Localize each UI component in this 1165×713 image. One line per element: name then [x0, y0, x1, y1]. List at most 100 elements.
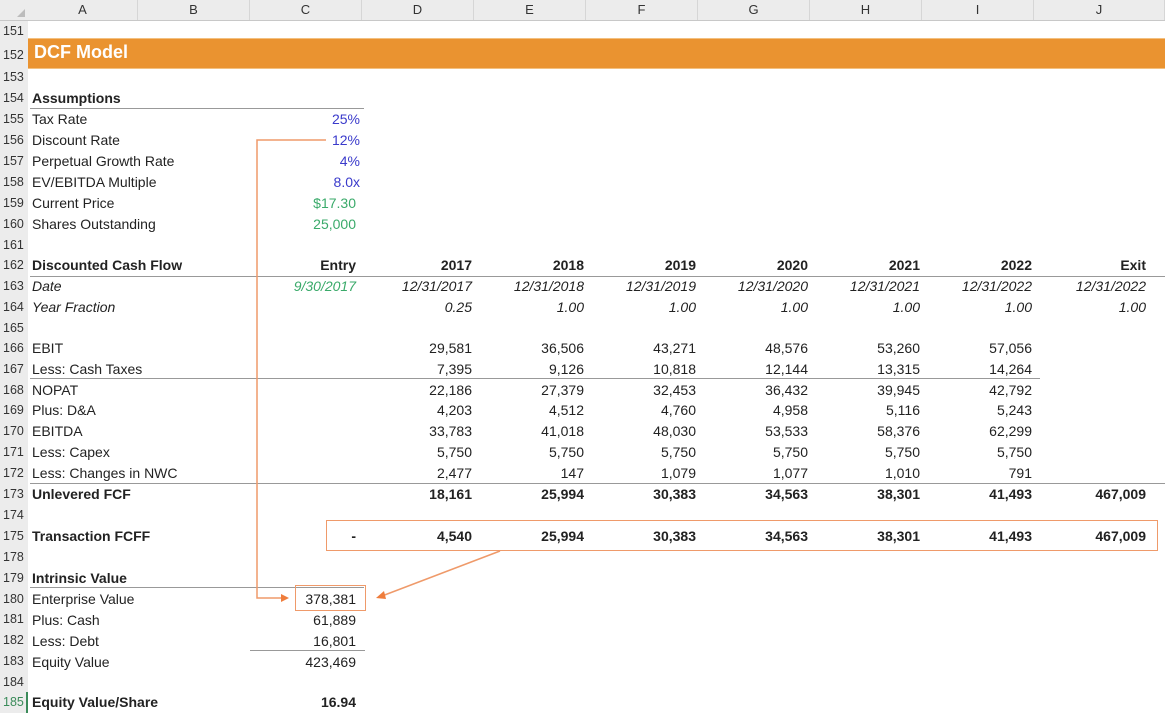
dcf-date[interactable]: 12/31/2019 — [586, 276, 696, 297]
row-header-170[interactable]: 170 — [0, 421, 28, 442]
dcf-date[interactable]: 12/31/2017 — [362, 276, 472, 297]
dcf-line-value[interactable]: 9,126 — [474, 359, 584, 380]
row-header-154[interactable]: 154 — [0, 88, 28, 109]
dcf-year-fraction[interactable]: 1.00 — [586, 297, 696, 318]
dcf-line-value[interactable]: 53,260 — [810, 338, 920, 359]
column-header-e[interactable]: E — [474, 0, 586, 20]
dcf-line-value[interactable]: 5,116 — [810, 400, 920, 421]
intrinsic-value[interactable]: 423,469 — [250, 652, 356, 673]
dcf-date[interactable]: 12/31/2018 — [474, 276, 584, 297]
row-header-175[interactable]: 175 — [0, 526, 28, 547]
unlevered-fcf-value[interactable]: 34,563 — [698, 484, 808, 505]
column-header-c[interactable]: C — [250, 0, 362, 20]
row-header-165[interactable]: 165 — [0, 318, 28, 339]
column-header-d[interactable]: D — [362, 0, 474, 20]
dcf-line-value[interactable]: 33,783 — [362, 421, 472, 442]
dcf-column-header[interactable]: 2022 — [922, 255, 1032, 276]
row-header-172[interactable]: 172 — [0, 463, 28, 484]
row-header-183[interactable]: 183 — [0, 651, 28, 672]
dcf-line-value[interactable]: 4,203 — [362, 400, 472, 421]
row-header-163[interactable]: 163 — [0, 276, 28, 297]
dcf-line-value[interactable]: 43,271 — [586, 338, 696, 359]
unlevered-fcf-value[interactable]: 18,161 — [362, 484, 472, 505]
dcf-date[interactable]: 9/30/2017 — [250, 276, 356, 297]
dcf-line-value[interactable]: 48,030 — [586, 421, 696, 442]
equity-per-share-value[interactable]: 16.94 — [250, 692, 356, 713]
row-header-178[interactable]: 178 — [0, 547, 28, 568]
dcf-column-header[interactable]: Exit — [1034, 255, 1146, 276]
column-header-h[interactable]: H — [810, 0, 922, 20]
dcf-line-value[interactable]: 12,144 — [698, 359, 808, 380]
dcf-line-value[interactable] — [250, 380, 356, 401]
dcf-line-value[interactable]: 53,533 — [698, 421, 808, 442]
dcf-column-header[interactable]: 2021 — [810, 255, 920, 276]
dcf-line-value[interactable]: 5,750 — [586, 442, 696, 463]
assumption-value[interactable]: $17.30 — [250, 193, 356, 214]
dcf-line-value[interactable]: 22,186 — [362, 380, 472, 401]
dcf-line-value[interactable]: 791 — [922, 463, 1032, 484]
dcf-column-header[interactable]: 2020 — [698, 255, 808, 276]
row-header-158[interactable]: 158 — [0, 172, 28, 193]
row-header-160[interactable]: 160 — [0, 214, 28, 235]
row-header-171[interactable]: 171 — [0, 442, 28, 463]
dcf-line-value[interactable]: 5,243 — [922, 400, 1032, 421]
dcf-line-value[interactable] — [250, 400, 356, 421]
row-header-180[interactable]: 180 — [0, 589, 28, 610]
unlevered-fcf-value[interactable]: 38,301 — [810, 484, 920, 505]
dcf-line-value[interactable]: 41,018 — [474, 421, 584, 442]
dcf-line-value[interactable]: 27,379 — [474, 380, 584, 401]
dcf-line-value[interactable]: 14,264 — [922, 359, 1032, 380]
dcf-line-value[interactable] — [1034, 421, 1146, 442]
dcf-year-fraction[interactable] — [250, 297, 356, 318]
column-header-b[interactable]: B — [138, 0, 250, 20]
row-header-174[interactable]: 174 — [0, 505, 28, 526]
dcf-line-value[interactable]: 57,056 — [922, 338, 1032, 359]
row-header-152[interactable]: 152 — [0, 43, 28, 67]
dcf-column-header[interactable]: 2018 — [474, 255, 584, 276]
dcf-line-value[interactable] — [250, 338, 356, 359]
dcf-line-value[interactable]: 39,945 — [810, 380, 920, 401]
unlevered-fcf-value[interactable]: 25,994 — [474, 484, 584, 505]
assumption-value[interactable]: 8.0x — [250, 172, 360, 193]
assumption-value[interactable]: 4% — [250, 151, 360, 172]
select-all-corner[interactable] — [0, 0, 28, 20]
dcf-line-value[interactable]: 4,958 — [698, 400, 808, 421]
dcf-line-value[interactable]: 10,818 — [586, 359, 696, 380]
row-header-162[interactable]: 162 — [0, 255, 28, 276]
column-header-i[interactable]: I — [922, 0, 1034, 20]
row-header-184[interactable]: 184 — [0, 672, 28, 693]
unlevered-fcf-value[interactable]: 467,009 — [1034, 484, 1146, 505]
dcf-line-value[interactable]: 48,576 — [698, 338, 808, 359]
assumption-value[interactable]: 12% — [250, 130, 360, 151]
column-header-f[interactable]: F — [586, 0, 698, 20]
dcf-year-fraction[interactable]: 1.00 — [474, 297, 584, 318]
dcf-year-fraction[interactable]: 1.00 — [810, 297, 920, 318]
row-header-164[interactable]: 164 — [0, 297, 28, 318]
row-header-185[interactable]: 185 — [0, 692, 28, 713]
dcf-line-value[interactable] — [250, 463, 356, 484]
dcf-date[interactable]: 12/31/2020 — [698, 276, 808, 297]
dcf-date[interactable]: 12/31/2022 — [922, 276, 1032, 297]
dcf-year-fraction[interactable]: 1.00 — [922, 297, 1032, 318]
dcf-year-fraction[interactable]: 1.00 — [1034, 297, 1146, 318]
dcf-year-fraction[interactable]: 1.00 — [698, 297, 808, 318]
row-header-173[interactable]: 173 — [0, 484, 28, 505]
dcf-line-value[interactable]: 5,750 — [362, 442, 472, 463]
row-header-155[interactable]: 155 — [0, 109, 28, 130]
dcf-line-value[interactable]: 1,077 — [698, 463, 808, 484]
assumption-value[interactable]: 25,000 — [250, 214, 356, 235]
dcf-line-value[interactable]: 1,079 — [586, 463, 696, 484]
row-header-157[interactable]: 157 — [0, 151, 28, 172]
intrinsic-value[interactable]: 61,889 — [250, 610, 356, 631]
dcf-line-value[interactable]: 1,010 — [810, 463, 920, 484]
dcf-column-header[interactable]: Entry — [250, 255, 356, 276]
row-header-166[interactable]: 166 — [0, 338, 28, 359]
dcf-line-value[interactable]: 4,760 — [586, 400, 696, 421]
dcf-line-value[interactable]: 5,750 — [698, 442, 808, 463]
row-header-168[interactable]: 168 — [0, 380, 28, 401]
dcf-date[interactable]: 12/31/2022 — [1034, 276, 1146, 297]
assumption-value[interactable]: 25% — [250, 109, 360, 130]
column-header-j[interactable]: J — [1034, 0, 1165, 20]
dcf-line-value[interactable]: 32,453 — [586, 380, 696, 401]
unlevered-fcf-value[interactable]: 30,383 — [586, 484, 696, 505]
